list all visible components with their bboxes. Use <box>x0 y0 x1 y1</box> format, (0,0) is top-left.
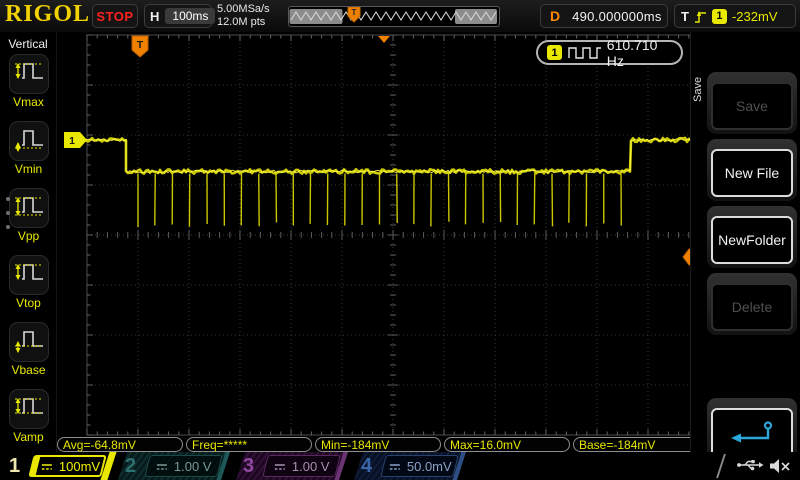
vamp-icon <box>13 392 45 427</box>
channel-4-scale: 50.0mV <box>407 459 452 474</box>
vmin-icon <box>13 124 45 159</box>
dc-coupling-icon <box>155 461 169 471</box>
channel-1-scale: 100mV <box>59 459 100 474</box>
channel-2-scale: 1.00 V <box>174 459 212 474</box>
channel-4-number: 4 <box>361 454 372 478</box>
rising-edge-icon <box>694 9 707 24</box>
counter-source-badge: 1 <box>547 45 562 60</box>
measurement-freq: Freq=***** <box>186 437 312 452</box>
svg-text:T: T <box>137 39 144 51</box>
memory-position-strip[interactable]: T <box>288 6 500 27</box>
waveform-display: T1T <box>57 32 703 452</box>
dc-coupling-icon <box>388 461 402 471</box>
delay-label: D <box>550 8 560 24</box>
status-separator <box>716 454 726 478</box>
measurement-avg: Avg=-64.8mV <box>57 437 183 452</box>
new-file-button-label: New File <box>725 165 779 181</box>
oscilloscope-screen: T 1 T RIGOL STOP H 100ms 5.00MSa/s 12.0M p… <box>0 0 800 480</box>
measurement-max: Max=16.0mV <box>444 437 570 452</box>
svg-text:1: 1 <box>69 135 75 147</box>
channel-4-status[interactable]: 4 50.0mV <box>354 452 466 480</box>
softkey-save[interactable]: Save <box>707 72 797 134</box>
menu-title: Vertical <box>0 37 56 51</box>
channel-2-status[interactable]: 2 1.00 V <box>118 452 230 480</box>
dc-coupling-icon <box>273 461 287 471</box>
sidebar-item-vmax[interactable]: Vmax <box>0 54 57 109</box>
run-state-indicator[interactable]: STOP <box>92 4 138 28</box>
timebase-value: 100ms <box>165 8 215 24</box>
menu-tab-save: Save <box>692 54 705 124</box>
sidebar-item-vamp[interactable]: Vamp <box>0 389 57 444</box>
trigger-indicator: T 1 -232mV <box>674 4 796 28</box>
vertical-measure-menu: Vertical Vmax Vmin Vpp Vtop Vbase Vamp <box>0 32 57 452</box>
delay-indicator: D 490.000000ms <box>540 4 668 28</box>
sidebar-item-vtop[interactable]: Vtop <box>0 255 57 310</box>
measurement-min: Min=-184mV <box>315 437 441 452</box>
new-folder-button-label: NewFolder <box>718 232 786 248</box>
page-indicator-dot <box>6 225 10 229</box>
vbase-label: Vbase <box>0 363 57 377</box>
channel-3-number: 3 <box>243 454 254 478</box>
vtop-icon <box>13 258 45 293</box>
return-arrow-icon <box>728 420 776 446</box>
freq-value: Freq=***** <box>192 438 247 452</box>
avg-value: Avg=-64.8mV <box>63 438 136 452</box>
strip-trigger-letter: T <box>352 8 357 17</box>
acquisition-info: 5.00MSa/s 12.0M pts <box>217 3 270 29</box>
trigger-source-badge: 1 <box>712 9 727 24</box>
softkey-new-folder[interactable]: NewFolder <box>707 206 797 268</box>
trigger-label: T <box>681 9 689 24</box>
save-button-label: Save <box>736 98 768 114</box>
dc-coupling-icon <box>40 461 54 471</box>
page-indicator-dot <box>6 197 10 201</box>
trigger-level-value: -232mV <box>732 9 778 24</box>
frequency-value: 610.710 Hz <box>607 37 672 69</box>
vmax-label: Vmax <box>0 95 57 109</box>
delete-button-label: Delete <box>732 299 772 315</box>
square-wave-icon <box>568 46 601 59</box>
vpp-label: Vpp <box>0 229 57 243</box>
run-state-label: STOP <box>96 9 133 24</box>
min-value: Min=-184mV <box>321 438 389 452</box>
horizontal-label: H <box>150 9 159 24</box>
sidebar-item-vmin[interactable]: Vmin <box>0 121 57 176</box>
channel-1-number: 1 <box>9 454 20 478</box>
save-menu: Save Save New File NewFolder Delete <box>690 32 800 452</box>
delay-value: 490.000000ms <box>572 9 662 24</box>
vamp-label: Vamp <box>0 430 57 444</box>
timebase-indicator[interactable]: H 100ms <box>144 4 212 28</box>
rigol-logo: RIGOL <box>5 1 90 28</box>
sample-rate: 5.00MSa/s <box>217 3 270 16</box>
channel-2-number: 2 <box>125 454 136 478</box>
memory-depth: 12.0M pts <box>217 16 270 29</box>
channel-status-bar: 1 100mV 2 1.00 V 3 <box>0 452 800 480</box>
frequency-counter: 1 610.710 Hz <box>536 40 683 65</box>
page-indicator-dot <box>6 211 10 215</box>
channel-3-status[interactable]: 3 1.00 V <box>236 452 348 480</box>
vbase-icon <box>13 325 45 360</box>
vmin-label: Vmin <box>0 162 57 176</box>
channel-1-status[interactable]: 1 100mV <box>2 452 114 480</box>
speaker-muted-icon <box>768 457 792 475</box>
softkey-delete[interactable]: Delete <box>707 273 797 335</box>
measurement-base: Base=-184mV <box>573 437 699 452</box>
sidebar-item-vbase[interactable]: Vbase <box>0 322 57 377</box>
usb-icon <box>736 457 764 473</box>
softkey-new-file[interactable]: New File <box>707 139 797 201</box>
base-value: Base=-184mV <box>579 438 655 452</box>
memory-strip-graphic: T <box>289 7 499 26</box>
vpp-icon <box>13 191 45 226</box>
channel-3-scale: 1.00 V <box>292 459 330 474</box>
max-value: Max=16.0mV <box>450 438 521 452</box>
vtop-label: Vtop <box>0 296 57 310</box>
status-bar: RIGOL STOP H 100ms 5.00MSa/s 12.0M pts T… <box>0 0 800 32</box>
vmax-icon <box>13 57 45 92</box>
